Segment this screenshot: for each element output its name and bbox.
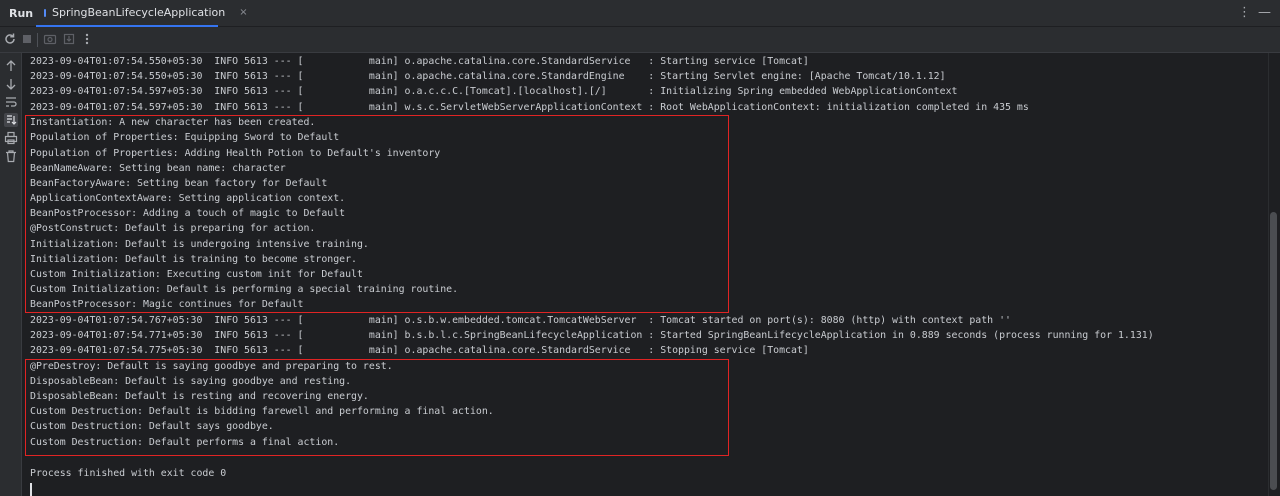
log-line: 2023-09-04T01:07:54.597+05:30 INFO 5613 … [30,86,958,97]
close-icon[interactable]: × [239,7,247,18]
output-line: Instantiation: A new character has been … [30,117,316,128]
output-line: Initialization: Default is undergoing in… [30,238,369,250]
export-icon[interactable] [62,32,76,46]
console-output[interactable]: 2023-09-04T01:07:54.550+05:30 INFO 5613 … [22,53,1268,496]
scrollbar-thumb[interactable] [1270,212,1277,490]
process-exit-line: Process finished with exit code 0 [30,467,227,479]
log-line: 2023-09-04T01:07:54.597+05:30 INFO 5613 … [30,101,1029,113]
up-arrow-icon[interactable] [4,59,18,73]
output-line: Initialization: Default is training to b… [30,253,357,265]
trash-icon[interactable] [4,149,18,163]
stop-icon[interactable] [20,32,34,46]
more-options-icon[interactable]: ⋮ [1238,5,1251,21]
scroll-to-end-icon[interactable] [4,113,18,127]
output-line: @PreDestroy: Default is saying goodbye a… [30,360,393,372]
log-line: 2023-09-04T01:07:54.767+05:30 INFO 5613 … [30,314,1011,326]
output-line: @PostConstruct: Default is preparing for… [30,223,316,234]
log-line: 2023-09-04T01:07:54.771+05:30 INFO 5613 … [30,330,1154,341]
output-line: DisposableBean: Default is resting and r… [30,391,369,402]
soft-wrap-icon[interactable] [4,95,18,109]
console-icon [44,8,46,17]
log-line: 2023-09-04T01:07:54.550+05:30 INFO 5613 … [30,56,809,67]
output-line: Custom Destruction: Default is bidding f… [30,406,494,417]
output-line: BeanNameAware: Setting bean name: charac… [30,162,286,174]
tab-run-configuration[interactable]: SpringBeanLifecycleApplication × [36,0,248,27]
rerun-icon[interactable] [3,32,17,46]
run-toolbar [0,27,1280,53]
output-line: BeanPostProcessor: Magic continues for D… [30,299,304,310]
output-line: DisposableBean: Default is saying goodby… [30,375,352,387]
console-gutter [0,53,22,496]
output-line: Population of Properties: Equipping Swor… [30,132,340,143]
log-line: 2023-09-04T01:07:54.775+05:30 INFO 5613 … [30,345,809,356]
tool-window-tabbar: Run SpringBeanLifecycleApplication × ⋮ — [0,0,1280,27]
tool-window-title: Run [9,6,34,20]
log-line: 2023-09-04T01:07:54.550+05:30 INFO 5613 … [30,71,946,82]
output-line: BeanPostProcessor: Adding a touch of mag… [30,208,346,219]
output-line: Population of Properties: Adding Health … [30,147,441,159]
output-line: BeanFactoryAware: Setting bean factory f… [30,177,328,189]
text-caret [30,483,32,496]
tab-label: SpringBeanLifecycleApplication [52,6,226,19]
output-line: Custom Destruction: Default says goodbye… [30,421,274,432]
output-line: Custom Initialization: Default is perfor… [30,284,459,295]
output-line: Custom Initialization: Executing custom … [30,269,363,280]
screenshot-icon[interactable] [43,32,57,46]
more-icon[interactable] [80,32,94,46]
toolbar-divider [37,33,38,47]
output-line: ApplicationContextAware: Setting applica… [30,193,346,204]
down-arrow-icon[interactable] [4,77,18,91]
output-line: Custom Destruction: Default performs a f… [30,436,340,448]
print-icon[interactable] [4,131,18,145]
minimize-icon[interactable]: — [1258,5,1271,21]
